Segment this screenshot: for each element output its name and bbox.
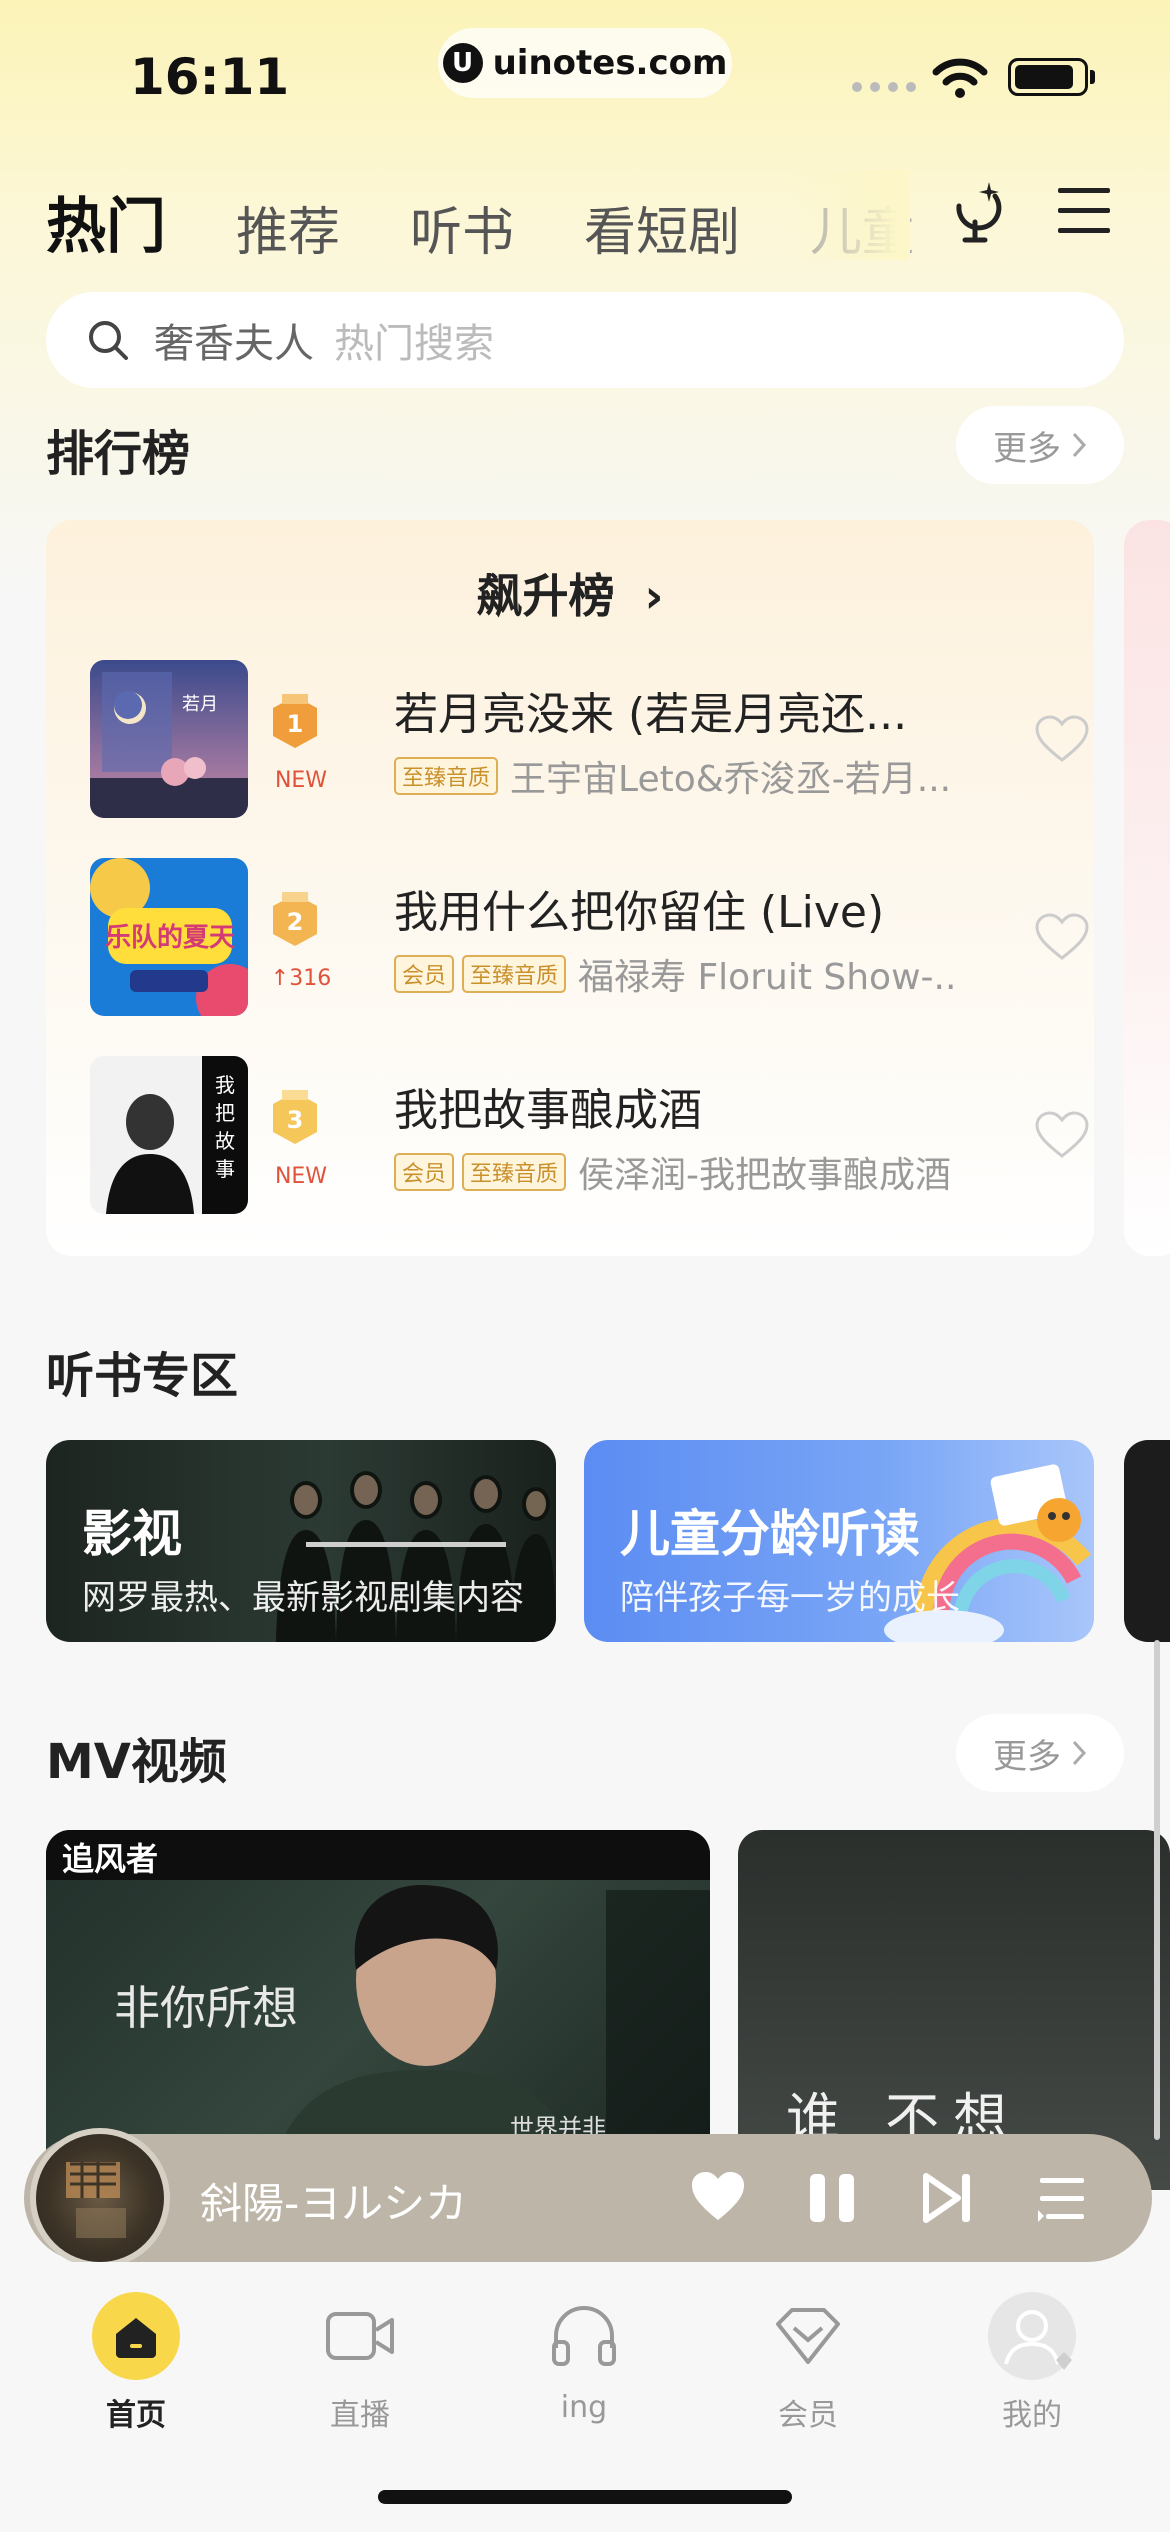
svg-text:故: 故: [215, 1129, 235, 1153]
tab-audiobook[interactable]: 听书: [410, 190, 514, 265]
scrollbar[interactable]: [1154, 1640, 1160, 2140]
quality-tag: 至臻音质: [462, 1153, 567, 1191]
headphones-icon: [538, 2290, 630, 2382]
search-placeholder: 热门搜索: [334, 321, 494, 367]
svg-text:3: 3: [287, 1106, 304, 1134]
next-track-icon[interactable]: [920, 2170, 976, 2226]
svg-text:把: 把: [215, 1101, 235, 1125]
rising-chart-card[interactable]: 飙升榜 › 若月 1 NEW 若月亮没来 (若是月亮还... 至臻音质 王宇宙L…: [46, 520, 1094, 1256]
song-row[interactable]: 乐队的夏天 2 ↑316 我用什么把你留住 (Live) 会员 至臻音质 福禄寿…: [90, 858, 1090, 1016]
nav-mine[interactable]: 我的: [962, 2290, 1102, 2434]
voice-search-icon[interactable]: [945, 176, 1013, 248]
rank-3-badge-icon: 3: [273, 1090, 317, 1144]
heart-icon[interactable]: [1034, 1110, 1090, 1160]
now-playing-title: 斜陽-ヨルシカ: [200, 2179, 468, 2228]
svg-text:1: 1: [287, 710, 304, 738]
song-artist: 王宇宙Leto&乔浚丞-若月...: [510, 759, 952, 800]
ranking-more-button[interactable]: 更多: [956, 406, 1124, 484]
home-icon: [90, 2290, 182, 2382]
card-title: 儿童分龄听读: [620, 1505, 920, 1563]
rank-change: NEW: [274, 768, 328, 793]
nav-label: 直播: [330, 2398, 390, 2433]
site-logo-icon: U: [442, 43, 483, 83]
next-chart-card[interactable]: [1124, 520, 1170, 1256]
album-cover: 若月: [90, 660, 248, 818]
like-icon[interactable]: [690, 2170, 746, 2226]
avatar-icon: [986, 2290, 1078, 2382]
song-row[interactable]: 我 把 故 事 3 NEW 我把故事酿成酒 会员 至臻音质 侯泽润-我把故事酿成…: [90, 1056, 1090, 1214]
nav-home[interactable]: 首页: [66, 2290, 206, 2434]
song-title: 我把故事酿成酒: [394, 1085, 702, 1136]
mv-corner-label: 追风者: [62, 1840, 159, 1878]
rank-change: NEW: [274, 1164, 328, 1189]
mv-more-button[interactable]: 更多: [956, 1714, 1124, 1792]
ranking-section-title: 排行榜: [46, 426, 191, 482]
nav-live[interactable]: 直播: [290, 2290, 430, 2434]
svg-text:乐队的夏天: 乐队的夏天: [105, 922, 235, 953]
home-indicator: [378, 2490, 792, 2504]
more-label: 更多: [993, 1736, 1061, 1777]
rank-2-badge-icon: 2: [273, 892, 317, 946]
heart-icon[interactable]: [1034, 714, 1090, 764]
song-title: 我用什么把你留住 (Live): [394, 887, 885, 938]
album-cover: 我 把 故 事: [90, 1056, 248, 1214]
card-title: 影视: [82, 1505, 182, 1563]
song-artist: 福禄寿 Floruit Show-...: [578, 957, 954, 998]
playlist-icon[interactable]: [1034, 2170, 1090, 2226]
cellular-signal-icon: [852, 82, 916, 92]
chart-title[interactable]: 飙升榜 ›: [46, 560, 1094, 626]
nav-label: 首页: [106, 2398, 166, 2433]
now-playing-cover[interactable]: [30, 2128, 170, 2268]
svg-text:2: 2: [287, 908, 304, 936]
film-tv-card[interactable]: 影视 网罗最热、最新影视剧集内容: [46, 1440, 556, 1642]
kids-listening-card[interactable]: 儿童分龄听读 陪伴孩子每一岁的成长: [584, 1440, 1094, 1642]
song-artist: 侯泽润-我把故事酿成酒: [578, 1155, 952, 1196]
album-cover: 乐队的夏天: [90, 858, 248, 1016]
battery-icon: [1008, 58, 1088, 96]
search-suggestion: 奢香夫人: [154, 321, 314, 367]
quality-tag: 至臻音质: [394, 757, 499, 795]
heart-icon[interactable]: [1034, 912, 1090, 962]
more-label: 更多: [993, 428, 1061, 469]
nav-ing[interactable]: ing: [514, 2290, 654, 2425]
wifi-icon: [932, 58, 988, 98]
tab-hot[interactable]: 热门: [46, 178, 166, 271]
search-icon: [89, 321, 128, 360]
status-time: 16:11: [130, 48, 290, 106]
diamond-icon: [762, 2290, 854, 2382]
rank-change: ↑316: [270, 966, 332, 991]
svg-text:事: 事: [215, 1157, 235, 1181]
tab-short-drama[interactable]: 看短剧: [584, 190, 740, 265]
audiobook-section-title: 听书专区: [46, 1348, 239, 1404]
search-bar[interactable]: 奢香夫人 热门搜索: [46, 292, 1124, 388]
nav-label: 我的: [1002, 2398, 1062, 2433]
chevron-right-icon: [1072, 1740, 1087, 1766]
next-audiobook-card[interactable]: [1124, 1440, 1170, 1642]
song-title: 若月亮没来 (若是月亮还...: [394, 689, 908, 740]
tab-recommend[interactable]: 推荐: [236, 190, 340, 265]
mv-section-title: MV视频: [46, 1734, 227, 1790]
nav-label: 会员: [778, 2398, 838, 2433]
mv-caption: 非你所想: [114, 1981, 298, 2035]
quality-tag: 至臻音质: [462, 955, 567, 993]
chevron-right-icon: [1072, 432, 1087, 458]
mini-player[interactable]: 斜陽-ヨルシカ: [24, 2128, 1152, 2268]
vip-tag: 会员: [394, 1153, 455, 1191]
video-camera-icon: [314, 2290, 406, 2382]
card-subtitle: 网罗最热、最新影视剧集内容: [82, 1578, 524, 1618]
chevron-right-icon: ›: [644, 569, 664, 623]
pause-icon[interactable]: [804, 2170, 860, 2226]
svg-text:若月: 若月: [182, 694, 218, 715]
rank-1-badge-icon: 1: [273, 694, 317, 748]
card-subtitle: 陪伴孩子每一岁的成长: [620, 1578, 960, 1618]
nav-vip[interactable]: 会员: [738, 2290, 878, 2434]
nav-label: ing: [560, 2390, 608, 2425]
menu-icon[interactable]: [1058, 186, 1110, 236]
url-pill[interactable]: U uinotes.com: [438, 28, 732, 98]
vip-tag: 会员: [394, 955, 455, 993]
song-row[interactable]: 若月 1 NEW 若月亮没来 (若是月亮还... 至臻音质 王宇宙Leto&乔浚…: [90, 660, 1090, 818]
url-text: uinotes.com: [492, 43, 728, 83]
svg-text:我: 我: [215, 1073, 235, 1097]
